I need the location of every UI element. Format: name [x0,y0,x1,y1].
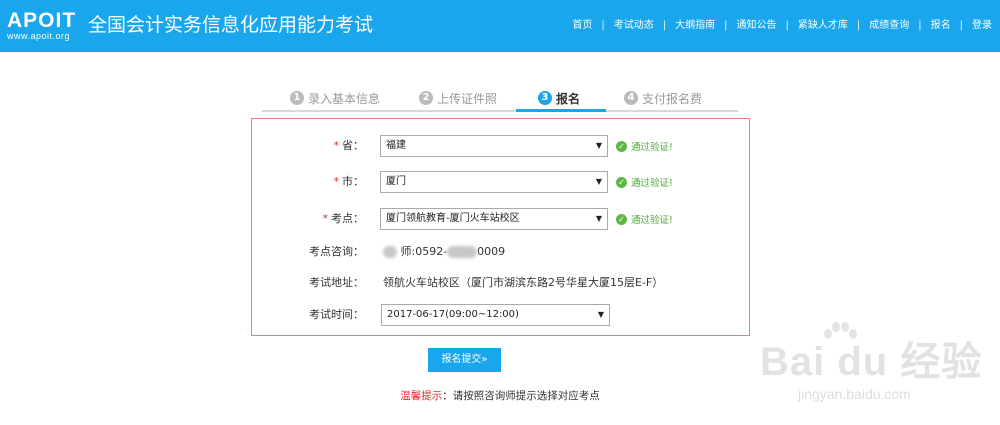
nav-item-notices[interactable]: 通知公告 [737,19,777,33]
step-number-icon: 1 [290,91,304,105]
step-basic-info: 1 录入基本信息 [290,86,380,110]
address-label: 考试地址： [309,276,364,289]
city-row: * 市： 厦门 ▼ ✓ 通过验证! [252,170,749,194]
exam-site-label: * 考点： [322,212,365,225]
step-label: 支付报名费 [642,91,703,106]
check-icon: ✓ [616,176,627,188]
step-upload-photo: 2 上传证件照 [419,86,497,110]
nav-separator: | [959,20,963,31]
check-icon: ✓ [616,213,627,225]
required-mark: * [333,139,340,152]
province-select[interactable]: 福建 ▼ [380,135,608,157]
step-label: 录入基本信息 [308,91,381,106]
dropdown-arrow-icon: ▼ [595,214,602,223]
step-pay-fee: 4 支付报名费 [624,86,702,110]
check-icon: ✓ [616,140,627,152]
address-row: 考试地址： 领航火车站校区（厦门市湖滨东路2号华星大厦15层E-F） [252,271,749,295]
city-verify-status: ✓ 通过验证! [616,175,673,189]
dropdown-arrow-icon: ▼ [595,177,602,186]
logo-main-text: APOIT [7,9,77,32]
site-title: 全国会计实务信息化应用能力考试 [88,14,374,36]
exam-time-label: 考试时间： [309,308,364,321]
exam-site-verify-status: ✓ 通过验证! [616,212,673,226]
step-number-icon: 2 [419,91,433,105]
nav-item-talent-pool[interactable]: 紧缺人才库 [798,19,848,33]
province-label: * 省： [333,139,365,152]
site-logo[interactable]: APOIT www.apoit.org [7,10,76,41]
nav-item-score-query[interactable]: 成绩查询 [869,19,909,33]
nav-separator: | [724,20,728,31]
exam-time-select[interactable]: 2017-06-17(09:00~12:00) ▼ [381,304,610,326]
nav-separator: | [856,20,861,31]
nav-item-exam-news[interactable]: 考试动态 [614,19,654,33]
top-header: APOIT www.apoit.org 全国会计实务信息化应用能力考试 首页 |… [0,0,1000,52]
step-register: 3 报名 [538,86,580,110]
nav-separator: | [918,20,922,31]
submit-registration-button[interactable]: 报名提交» [428,348,501,372]
step-number-icon: 4 [624,91,638,105]
tip-label: 温馨提示 [400,390,443,402]
step-number-icon: 3 [538,91,552,105]
nav-separator: | [785,20,789,31]
dropdown-arrow-icon: ▼ [597,310,604,319]
nav-item-login[interactable]: 登录 [972,19,992,33]
redacted-mark [383,246,397,258]
exam-site-row: * 考点： 厦门领航教育-厦门火车站校区 ▼ ✓ 通过验证! [252,207,749,231]
nav-item-syllabus[interactable]: 大纲指南 [675,19,715,33]
watermark-main-text: Bai du 经验 [760,340,983,384]
address-value: 领航火车站校区（厦门市湖滨东路2号华星大厦15层E-F） [383,276,664,289]
city-label: * 市： [333,175,365,188]
required-mark: * [322,212,329,225]
watermark-url: jingyan.baidu.com [798,386,911,402]
consult-value: 师:0592- 0009 [383,240,505,264]
required-mark: * [333,175,340,188]
province-verify-status: ✓ 通过验证! [616,139,673,153]
logo-sub-text: www.apoit.org [7,31,71,41]
city-select[interactable]: 厦门 ▼ [380,171,608,193]
dropdown-arrow-icon: ▼ [595,141,602,150]
consult-label: 考点咨询： [309,245,364,258]
registration-form: * 省： 福建 ▼ ✓ 通过验证! * 市： 厦门 ▼ ✓ 通过验证! * 考点： 厦门领航教… [251,118,750,336]
nav-item-register[interactable]: 报名 [931,19,951,33]
exam-site-select[interactable]: 厦门领航教育-厦门火车站校区 ▼ [380,208,608,230]
baidu-watermark: Bai du 经验 jingyan.baidu.com [760,320,990,420]
nav-separator: | [662,20,667,31]
step-label: 报名 [556,91,581,106]
active-step-indicator [516,109,606,112]
exam-time-row: 考试时间： 2017-06-17(09:00~12:00) ▼ [252,303,749,327]
tip-text: ：请按照咨询师提示选择对应考点 [442,390,600,402]
step-label: 上传证件照 [437,91,498,106]
redacted-mark [447,246,478,258]
consult-row: 考点咨询： 师:0592- 0009 [252,240,749,264]
province-row: * 省： 福建 ▼ ✓ 通过验证! [252,134,749,158]
progress-steps: 1 录入基本信息 2 上传证件照 3 报名 4 支付报名费 [262,84,738,112]
nav-item-home[interactable]: 首页 [572,19,592,33]
main-nav: 首页 | 考试动态 | 大纲指南 | 通知公告 | 紧缺人才库 | 成绩查询 |… [572,19,992,33]
nav-separator: | [601,20,605,31]
